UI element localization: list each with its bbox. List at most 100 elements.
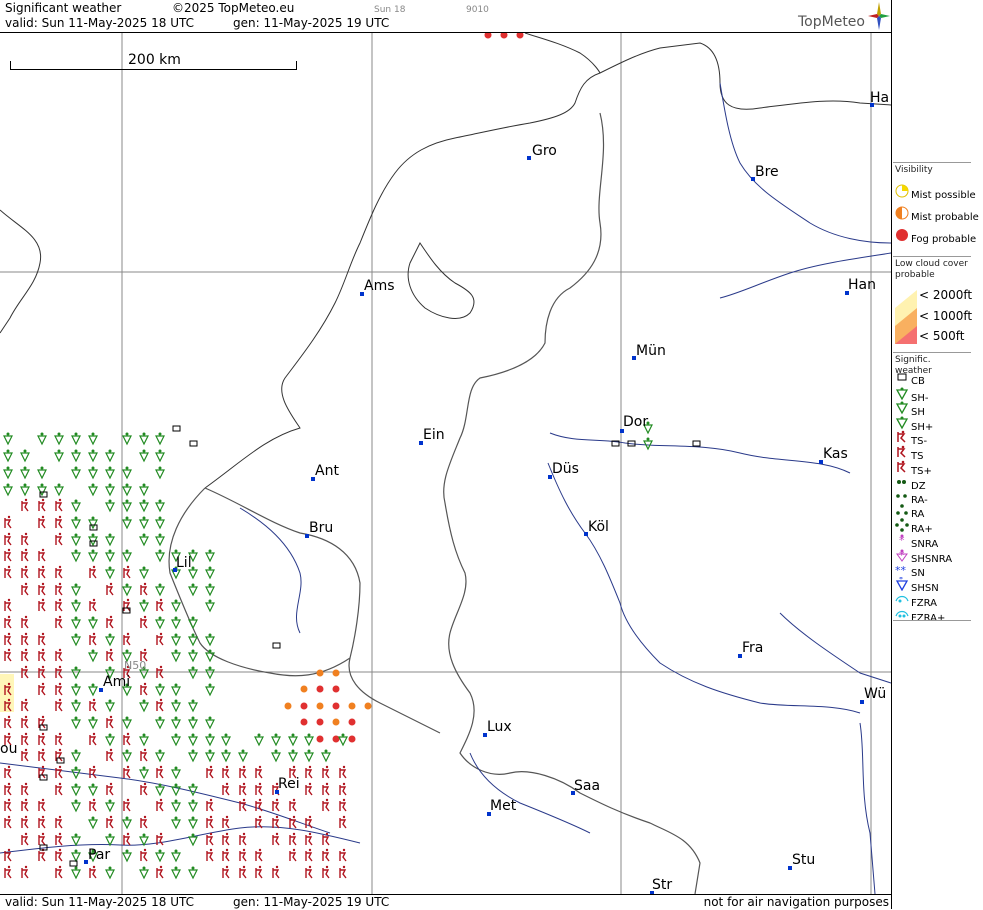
shower-symbol bbox=[171, 616, 181, 630]
shower-symbol bbox=[155, 499, 165, 513]
thunderstorm-symbol bbox=[272, 798, 280, 812]
city-wuerzburg: Wü bbox=[860, 686, 886, 704]
shower-icon bbox=[895, 401, 909, 415]
chart-code: 9010 bbox=[466, 5, 489, 15]
freezing-rain-heavy-icon bbox=[895, 610, 909, 618]
shower-symbol bbox=[71, 599, 81, 613]
shower-symbol bbox=[155, 849, 165, 863]
thunderstorm-symbol bbox=[38, 565, 46, 579]
thunderstorm-symbol bbox=[21, 782, 29, 796]
shower-symbol bbox=[20, 483, 30, 497]
thunderstorm-symbol bbox=[55, 582, 63, 596]
thunderstorm-symbol bbox=[55, 698, 63, 712]
thunderstorm-symbol bbox=[55, 615, 63, 629]
fog-symbols bbox=[284, 33, 524, 743]
shower-symbol bbox=[171, 716, 181, 730]
thunderstorm-symbol bbox=[305, 848, 313, 862]
thunderstorm-symbol bbox=[21, 498, 29, 512]
copyright: ©2025 TopMeteo.eu bbox=[172, 1, 295, 15]
thunderstorm-symbol bbox=[289, 832, 297, 846]
thunderstorm-symbol bbox=[106, 748, 114, 762]
legend-cb: CB bbox=[893, 370, 925, 387]
shower-symbol bbox=[188, 583, 198, 597]
thunderstorm-symbol bbox=[4, 765, 12, 779]
thunderstorm-symbol bbox=[289, 798, 297, 812]
thunderstorm-symbol bbox=[106, 782, 114, 796]
shower-symbol bbox=[205, 566, 215, 580]
thunderstorm-symbol bbox=[156, 632, 164, 646]
thunderstorm-symbol bbox=[106, 615, 114, 629]
lat-lon-grid bbox=[0, 33, 891, 894]
thunderstorm-symbol bbox=[123, 565, 131, 579]
weather-map[interactable]: N50 200 km Ha Gro Bre Ams Han Mün Dor Ei… bbox=[0, 33, 891, 894]
city-bremen: Bre bbox=[751, 164, 779, 181]
shower-symbol bbox=[54, 483, 64, 497]
city-dortmund: Dor bbox=[620, 414, 648, 433]
thunderstorm-symbol bbox=[4, 565, 12, 579]
thunderstorm-symbol bbox=[21, 798, 29, 812]
thunderstorm-symbol bbox=[305, 865, 313, 879]
shower-symbol bbox=[139, 516, 149, 530]
shower-symbol bbox=[3, 466, 13, 480]
shower-symbol bbox=[71, 699, 81, 713]
shower-symbol bbox=[139, 533, 149, 547]
shower-symbol bbox=[71, 533, 81, 547]
thunderstorm-symbol bbox=[21, 832, 29, 846]
thunderstorm-symbol bbox=[89, 765, 97, 779]
shower-symbol bbox=[139, 766, 149, 780]
legend-visibility-title: Visibility bbox=[895, 165, 933, 175]
fog-probable-icon bbox=[896, 229, 908, 241]
shower-symbol bbox=[171, 633, 181, 647]
thunderstorm-symbol bbox=[206, 765, 214, 779]
shower-symbol bbox=[188, 733, 198, 747]
legend-mist-possible: Mist possible bbox=[893, 184, 976, 201]
thunderstorm-symbol bbox=[38, 598, 46, 612]
thunderstorm-symbol bbox=[21, 715, 29, 729]
thunderstorm-symbol bbox=[89, 865, 97, 879]
thunderstorm-light-icon bbox=[897, 430, 906, 443]
shower-symbol bbox=[88, 783, 98, 797]
thunderstorm-symbol bbox=[140, 748, 148, 762]
thunderstorm-symbol bbox=[55, 598, 63, 612]
thunderstorm-symbol bbox=[222, 848, 230, 862]
thunderstorm-symbol bbox=[21, 698, 29, 712]
shower-symbol bbox=[122, 466, 132, 480]
cb-icon bbox=[897, 373, 907, 381]
shower-symbol bbox=[171, 683, 181, 697]
shower-symbol bbox=[139, 449, 149, 463]
city-amiens: Ami bbox=[99, 674, 130, 692]
thunderstorm-symbol bbox=[21, 748, 29, 762]
legend-ts-: TS+ bbox=[893, 460, 932, 477]
shower-symbol bbox=[171, 849, 181, 863]
thunderstorm-symbol bbox=[156, 598, 164, 612]
rivers bbox=[0, 82, 891, 894]
shower-symbol bbox=[20, 449, 30, 463]
thunderstorm-symbol bbox=[339, 798, 347, 812]
legend-ts-: TS- bbox=[893, 430, 927, 447]
shower-symbol bbox=[105, 833, 115, 847]
thunderstorm-symbol bbox=[339, 765, 347, 779]
legend-snra: * SNRA bbox=[893, 533, 938, 550]
thunderstorm-symbol bbox=[55, 815, 63, 829]
thunderstorm-symbol bbox=[4, 648, 12, 662]
mist-possible-icon bbox=[895, 184, 909, 198]
shower-symbol bbox=[288, 749, 298, 763]
shower-symbol bbox=[71, 749, 81, 763]
shower-symbol bbox=[221, 733, 231, 747]
city-saarbruecken: Saa bbox=[571, 778, 600, 795]
legend-sh-: SH+ bbox=[893, 416, 933, 433]
shower-symbol bbox=[321, 749, 331, 763]
thunderstorm-symbol bbox=[123, 832, 131, 846]
shower-symbol bbox=[139, 432, 149, 446]
low-cloud-swatch bbox=[895, 290, 917, 344]
thunderstorm-symbol bbox=[156, 765, 164, 779]
shower-symbol bbox=[88, 466, 98, 480]
thunderstorm-symbol bbox=[140, 848, 148, 862]
city-kassel: Kas bbox=[819, 446, 848, 464]
legend-sn: ** SN bbox=[895, 564, 925, 579]
city-ha: Ha bbox=[870, 90, 890, 107]
shower-symbol bbox=[139, 833, 149, 847]
thunderstorm-symbol bbox=[21, 565, 29, 579]
shower-symbol bbox=[188, 649, 198, 663]
shower-symbol bbox=[105, 549, 115, 563]
